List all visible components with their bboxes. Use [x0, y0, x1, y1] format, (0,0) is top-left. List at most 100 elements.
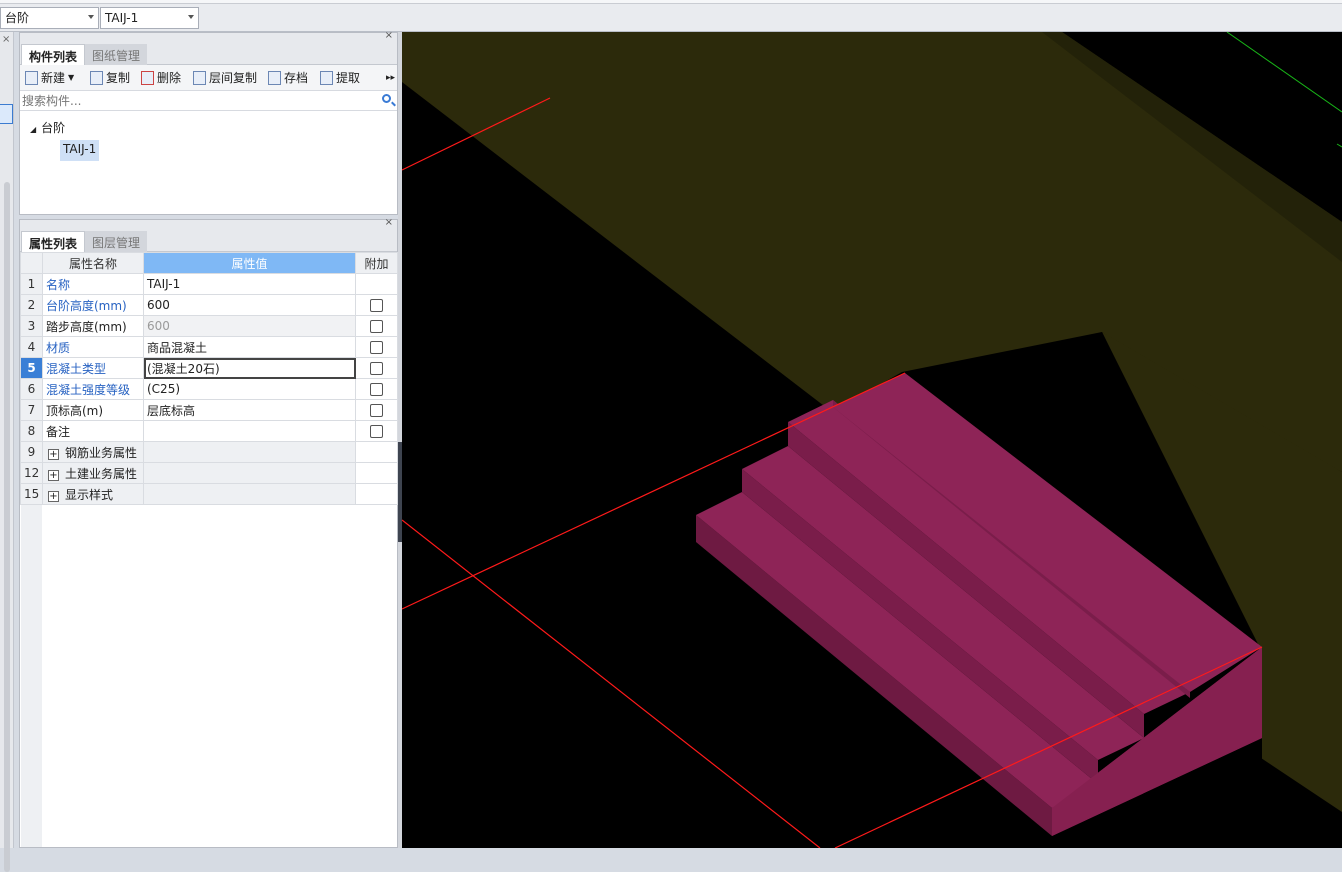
header-extra: 附加: [355, 252, 398, 274]
navigation-icon[interactable]: [0, 104, 13, 124]
expand-plus-icon[interactable]: +: [48, 469, 59, 481]
group-value-cell: [143, 462, 356, 484]
tab-drawing-management[interactable]: 图纸管理: [85, 44, 148, 65]
delete-button[interactable]: 删除: [141, 69, 181, 87]
property-name-cell: 台阶高度(mm): [42, 294, 144, 316]
tab-layer-management[interactable]: 图层管理: [85, 231, 148, 252]
copy-button-label: 复制: [106, 71, 131, 85]
property-table: 属性名称 属性值 附加 1 名称 TAIJ-1 2 台阶高度(mm) 600 3 踏步高度(m…: [20, 252, 398, 505]
expand-plus-icon[interactable]: +: [48, 490, 59, 502]
row-number: 1: [20, 273, 43, 295]
property-name-cell: 混凝土强度等级: [42, 378, 144, 400]
component-search: [20, 91, 397, 111]
table-row[interactable]: 5 混凝土类型 (混凝土20石): [20, 357, 398, 379]
tree-node-root[interactable]: ◢ 台阶: [30, 119, 65, 136]
delete-button-label: 删除: [157, 71, 182, 85]
collapse-triangle-icon[interactable]: ◢: [30, 125, 36, 134]
table-row[interactable]: 1 名称 TAIJ-1: [20, 273, 398, 295]
property-value-cell[interactable]: 600: [143, 294, 356, 316]
toolbar-overflow-button[interactable]: ▸▸: [386, 69, 395, 87]
chevron-down-icon[interactable]: ▼: [68, 69, 74, 87]
left-dock-strip: ×: [0, 32, 14, 872]
append-checkbox[interactable]: [370, 425, 383, 438]
append-checkbox[interactable]: [370, 320, 383, 333]
scrollbar[interactable]: [4, 182, 10, 872]
close-icon[interactable]: ×: [385, 30, 393, 41]
table-row[interactable]: 2 台阶高度(mm) 600: [20, 294, 398, 316]
copy-button[interactable]: 复制: [90, 69, 130, 87]
3d-viewport[interactable]: [402, 32, 1342, 848]
close-icon[interactable]: ×: [2, 34, 10, 45]
table-row[interactable]: 7 顶标高(m) 层底标高: [20, 399, 398, 421]
group-row-label[interactable]: + 显示样式: [42, 483, 144, 505]
group-value-cell: [143, 483, 356, 505]
append-checkbox[interactable]: [370, 404, 383, 417]
property-value-cell[interactable]: [143, 420, 356, 442]
property-name-cell: 备注: [42, 420, 144, 442]
extract-button[interactable]: 提取: [320, 69, 360, 87]
search-icon[interactable]: [382, 94, 391, 103]
group-value-cell: [143, 441, 356, 463]
property-extra-cell: [355, 294, 398, 316]
delete-icon: [141, 71, 154, 85]
table-row[interactable]: 8 备注: [20, 420, 398, 442]
floor-copy-button[interactable]: 层间复制: [193, 69, 257, 87]
row-number: 12: [20, 462, 43, 484]
property-value-cell[interactable]: 层底标高: [143, 399, 356, 421]
row-number: 6: [20, 378, 43, 400]
extract-icon: [320, 71, 333, 85]
row-number: 8: [20, 420, 43, 442]
group-row-label[interactable]: + 钢筋业务属性: [42, 441, 144, 463]
tree-node-selected[interactable]: TAIJ-1: [60, 140, 100, 161]
row-number: 2: [20, 294, 43, 316]
header-property-value: 属性值: [143, 252, 356, 274]
property-name-cell: 混凝土类型: [42, 357, 144, 379]
append-checkbox[interactable]: [370, 383, 383, 396]
row-number: 7: [20, 399, 43, 421]
table-row[interactable]: 3 踏步高度(mm) 600: [20, 315, 398, 337]
close-icon[interactable]: ×: [385, 217, 393, 228]
append-checkbox[interactable]: [370, 299, 383, 312]
table-row[interactable]: 4 材质 商品混凝土: [20, 336, 398, 358]
property-value-cell[interactable]: (C25): [143, 378, 356, 400]
property-value-cell[interactable]: TAIJ-1: [143, 273, 356, 295]
expand-plus-icon[interactable]: +: [48, 448, 59, 460]
search-input[interactable]: [22, 92, 372, 109]
append-checkbox[interactable]: [370, 341, 383, 354]
append-checkbox[interactable]: [370, 362, 383, 375]
component-combobox[interactable]: TAIJ-1: [100, 7, 199, 29]
tab-component-list[interactable]: 构件列表: [21, 44, 86, 65]
tree-root-label: 台阶: [41, 121, 66, 135]
table-row[interactable]: 9 + 钢筋业务属性: [20, 441, 398, 463]
row-number: 3: [20, 315, 43, 337]
extract-button-label: 提取: [336, 71, 361, 85]
category-combobox-value: 台阶: [5, 11, 30, 25]
table-header-row: 属性名称 属性值 附加: [20, 252, 398, 274]
floor-copy-button-label: 层间复制: [209, 71, 258, 85]
chevron-down-icon: [188, 15, 194, 19]
property-grid-area: 属性名称 属性值 附加 1 名称 TAIJ-1 2 台阶高度(mm) 600 3 踏步高度(m…: [20, 252, 398, 847]
3d-scene[interactable]: [402, 32, 1342, 848]
property-value-cell[interactable]: (混凝土20石): [143, 357, 356, 379]
property-table-body: 1 名称 TAIJ-1 2 台阶高度(mm) 600 3 踏步高度(mm) 600 4 材质 商品混凝…: [20, 273, 398, 505]
row-number: 15: [20, 483, 43, 505]
property-value-cell[interactable]: 商品混凝土: [143, 336, 356, 358]
top-toolbar: 台阶 TAIJ-1: [0, 0, 1342, 32]
table-row[interactable]: 6 混凝土强度等级 (C25): [20, 378, 398, 400]
component-list-panel: × 构件列表 图纸管理 新建 ▼ 复制 删除 层间复制 存档 提取 ▸▸ 搜索构…: [19, 30, 398, 215]
property-extra-cell: [355, 273, 398, 295]
chevron-down-icon: [88, 15, 94, 19]
tab-property-list[interactable]: 属性列表: [21, 231, 86, 252]
row-number: 5: [20, 357, 43, 379]
category-combobox[interactable]: 台阶: [0, 7, 99, 29]
copy-icon: [90, 71, 103, 85]
archive-icon: [268, 71, 281, 85]
table-row[interactable]: 12 + 土建业务属性: [20, 462, 398, 484]
property-value-cell[interactable]: 600: [143, 315, 356, 337]
group-row-label[interactable]: + 土建业务属性: [42, 462, 144, 484]
property-list-panel: × 属性列表 图层管理 属性名称 属性值 附加 1 名称 TAIJ-1 2 台阶高度(m…: [19, 217, 398, 848]
archive-button[interactable]: 存档: [268, 69, 308, 87]
property-extra-cell: [355, 399, 398, 421]
new-button[interactable]: 新建 ▼: [25, 69, 74, 87]
table-row[interactable]: 15 + 显示样式: [20, 483, 398, 505]
